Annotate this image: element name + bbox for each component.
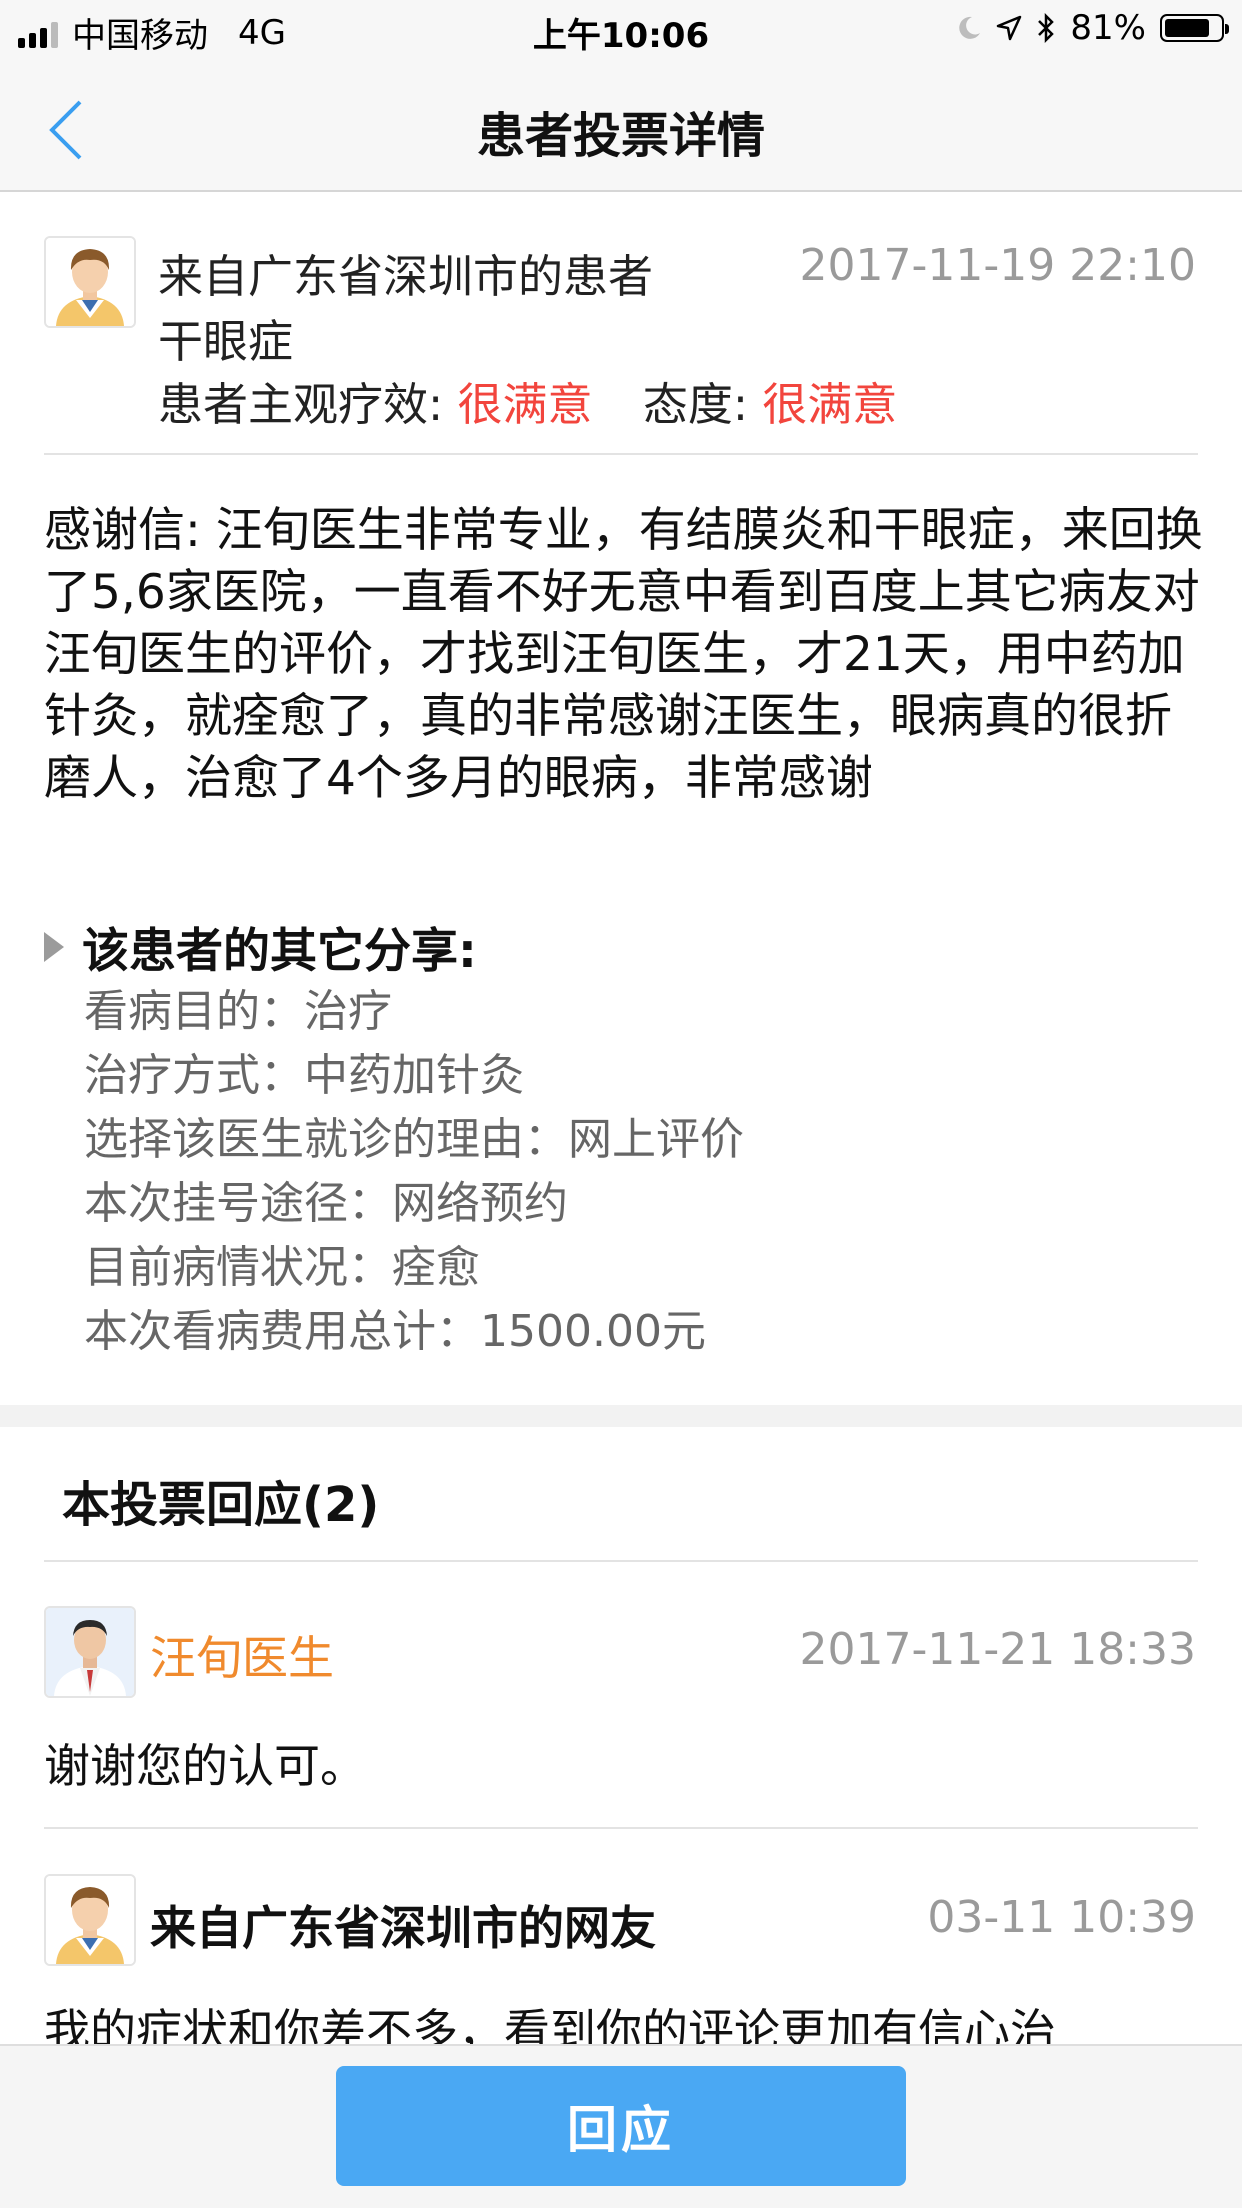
battery-level (1165, 19, 1209, 37)
response-text: 谢谢您的认可。 (44, 1739, 366, 1793)
divider (44, 453, 1198, 455)
bottom-bar: 回应 (0, 2044, 1242, 2208)
response-date: 03-11 10:39 (927, 1892, 1196, 1943)
user-name: 来自广东省深圳市的网友 (150, 1901, 656, 1955)
patient-avatar (44, 236, 136, 328)
reply-button[interactable]: 回应 (336, 2066, 906, 2186)
section-separator (0, 1405, 1242, 1427)
thank-you-letter: 感谢信: 汪旬医生非常专业，有结膜炎和干眼症，来回换了5,6家医院，一直看不好无… (44, 500, 1204, 810)
attitude-value: 很满意 (762, 378, 898, 431)
response-text: 我的症状和你差不多，看到你的评论更加有信心治 (44, 2004, 1056, 2045)
letter-text: 感谢信: 汪旬医生非常专业，有结膜炎和干眼症，来回换了5,6家医院，一直看不好无… (44, 503, 1203, 806)
share-item: 治疗方式：中药加针灸 (84, 1050, 524, 1101)
vote-ratings: 患者主观疗效: 很满意 态度: 很满意 (158, 368, 897, 433)
share-item: 本次看病费用总计：1500.00元 (84, 1306, 706, 1357)
share-item: 看病目的：治疗 (84, 986, 392, 1037)
vote-disease: 干眼症 (158, 315, 294, 368)
doctor-photo-icon (46, 1608, 134, 1696)
status-right: 81% (956, 8, 1229, 48)
battery-icon (1160, 14, 1229, 42)
triangle-right-icon (44, 931, 64, 962)
share-heading[interactable]: 该患者的其它分享: (44, 912, 477, 981)
location-arrow-icon (997, 15, 1022, 41)
share-list: 看病目的：治疗 治疗方式：中药加针灸 选择该医生就诊的理由：网上评价 本次挂号途… (84, 980, 744, 1364)
status-bar: 中国移动 4G 上午10:06 81% (0, 0, 1242, 62)
battery-percent: 81% (1070, 8, 1146, 48)
bluetooth-icon (1038, 13, 1055, 43)
user-avatar (44, 1874, 136, 1966)
nav-bar: 患者投票详情 (0, 62, 1242, 192)
response-date: 2017-11-21 18:33 (799, 1624, 1197, 1675)
avatar-icon (46, 238, 134, 326)
share-heading-label: 该患者的其它分享: (82, 924, 477, 979)
effect-label: 患者主观疗效: (158, 378, 444, 431)
moon-icon (959, 16, 981, 39)
responses-title: 本投票回应(2) (62, 1477, 380, 1533)
divider (44, 1827, 1198, 1829)
effect-value: 很满意 (457, 378, 593, 431)
doctor-avatar[interactable] (44, 1606, 136, 1698)
avatar-icon (46, 1876, 134, 1964)
share-item: 本次挂号途径：网络预约 (84, 1178, 568, 1229)
share-item: 选择该医生就诊的理由：网上评价 (84, 1114, 744, 1165)
divider (44, 1560, 1198, 1562)
vote-date: 2017-11-19 22:10 (799, 240, 1197, 291)
vote-author: 来自广东省深圳市的患者 (158, 250, 654, 303)
share-item: 目前病情状况：痊愈 (84, 1242, 480, 1293)
page-title: 患者投票详情 (476, 108, 765, 164)
attitude-label: 态度: (642, 378, 748, 431)
doctor-name[interactable]: 汪旬医生 (150, 1622, 334, 1688)
